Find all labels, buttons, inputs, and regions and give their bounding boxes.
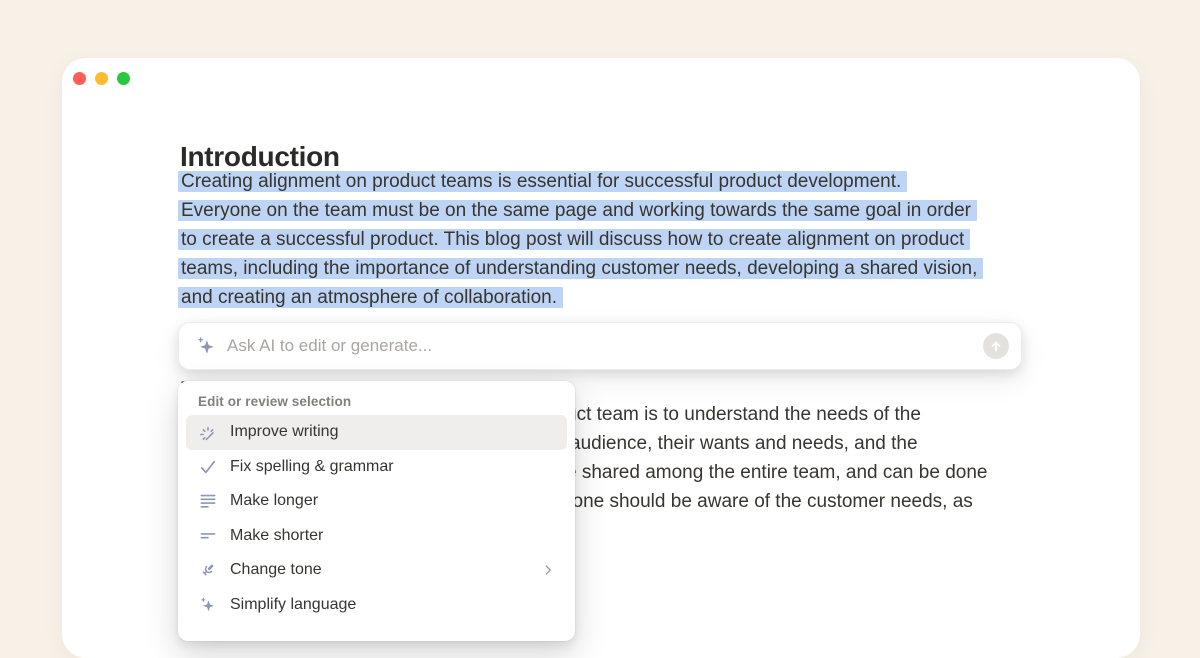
menu-item-make-shorter[interactable]: Make shorter [186,519,567,554]
menu-section-label: Edit or review selection [198,394,555,409]
menu-item-label: Make shorter [230,527,555,545]
ai-sparkle-icon [195,335,217,357]
menu-item-fix-spelling-grammar[interactable]: Fix spelling & grammar [186,450,567,485]
sparkle-icon [198,595,218,615]
ai-prompt-bar[interactable] [178,322,1022,370]
background-text-fragment: audience, their wants and needs, and the [570,431,918,457]
selected-text-line: and creating an atmosphere of collaborat… [178,283,983,312]
ai-actions-menu: Edit or review selection Improve writing… [178,381,575,641]
selected-text-line: Creating alignment on product teams is e… [178,167,983,196]
make-shorter-icon [198,526,218,546]
menu-item-make-longer[interactable]: Make longer [186,484,567,519]
menu-item-improve-writing[interactable]: Improve writing [186,415,567,450]
selected-paragraph[interactable]: Creating alignment on product teams is e… [178,167,983,312]
background-text-fragment: uct team is to understand the needs of t… [566,402,921,428]
menu-item-simplify-language[interactable]: Simplify language [186,588,567,623]
improve-writing-icon [198,422,218,442]
minimize-window-button[interactable] [95,72,108,85]
ai-prompt-input[interactable] [225,335,983,357]
microphone-icon [198,560,218,580]
make-longer-icon [198,491,218,511]
close-window-button[interactable] [73,72,86,85]
menu-item-label: Simplify language [230,596,555,614]
selected-text-line: teams, including the importance of under… [178,254,983,283]
menu-item-label: Improve writing [230,423,555,441]
zoom-window-button[interactable] [117,72,130,85]
menu-item-label: Fix spelling & grammar [230,458,555,476]
menu-item-label: Make longer [230,492,555,510]
menu-item-label: Change tone [230,561,541,579]
selected-text-line: to create a successful product. This blo… [178,225,983,254]
submit-prompt-button[interactable] [983,333,1009,359]
chevron-right-icon [541,563,555,577]
selected-text-line: Everyone on the team must be on the same… [178,196,983,225]
background-text-fragment: e shared among the entire team, and can … [566,460,987,486]
arrow-up-icon [989,339,1003,353]
check-icon [198,457,218,477]
background-text-fragment: yone should be aware of the customer nee… [563,489,973,515]
menu-item-change-tone[interactable]: Change tone [186,553,567,588]
